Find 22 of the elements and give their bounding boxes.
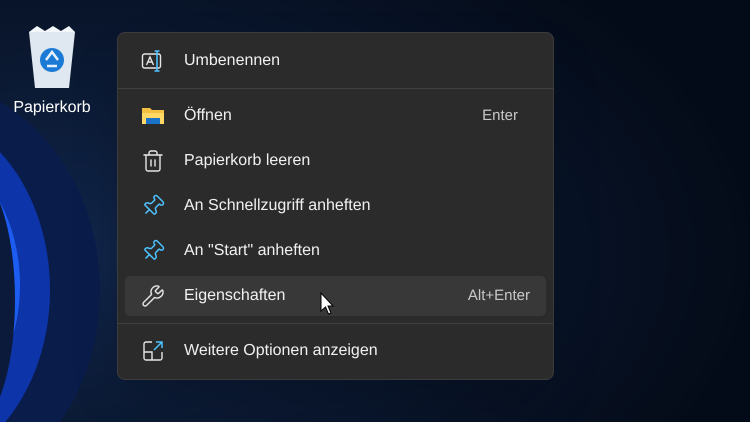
menu-item-label: An "Start" anheften [184, 241, 320, 261]
menu-item-label: Eigenschaften [184, 286, 286, 306]
menu-item-label: Weitere Optionen anzeigen [184, 341, 378, 361]
menu-item[interactable]: Öffnen Enter [125, 96, 546, 136]
menu-item[interactable]: Papierkorb leeren [125, 141, 546, 181]
menu-item-label: Umbenennen [184, 51, 280, 71]
wrench-icon [141, 284, 165, 308]
menu-item-label: Öffnen [184, 106, 232, 126]
shortcut-label: Alt+Enter [468, 286, 530, 306]
trash-icon [141, 149, 165, 173]
recycle-bin-shortcut[interactable]: Papierkorb [4, 26, 100, 120]
menu-item[interactable]: Umbenennen [125, 41, 546, 81]
menu-item-label: Papierkorb leeren [184, 151, 310, 171]
mouse-pointer-icon [320, 292, 334, 316]
desktop-icon-label: Papierkorb [13, 98, 91, 118]
shortcut-label: Enter [482, 106, 518, 126]
expand-icon [141, 339, 165, 363]
menu-item[interactable]: An Schnellzugriff anheften [125, 186, 546, 226]
menu-item[interactable]: Weitere Optionen anzeigen [125, 331, 546, 371]
menu-item-label: An Schnellzugriff anheften [184, 196, 370, 216]
menu-item[interactable]: Eigenschaften Alt+Enter [125, 276, 546, 316]
menu-item[interactable]: An "Start" anheften [125, 231, 546, 271]
